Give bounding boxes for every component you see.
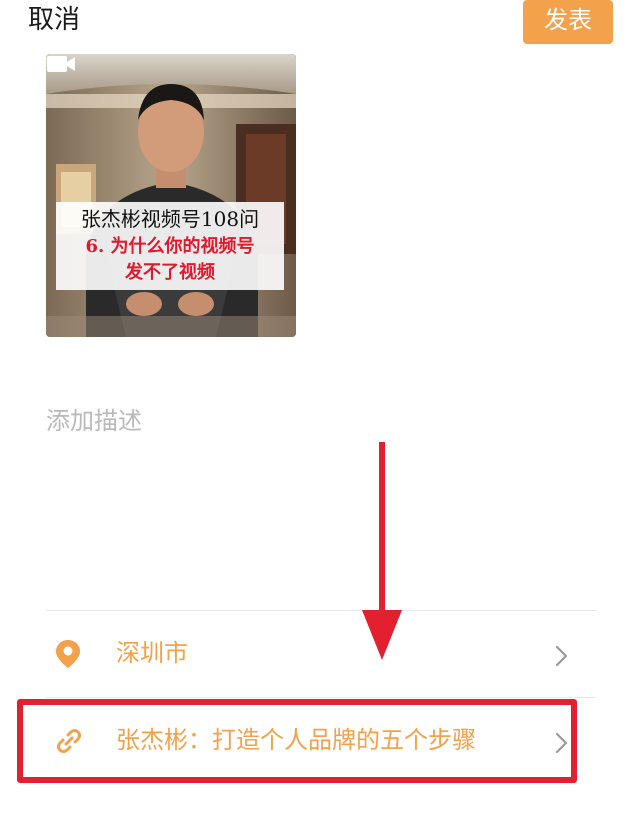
caption-subtitle-line1: 6. 为什么你的视频号 [85, 236, 255, 257]
chevron-right-icon [555, 645, 568, 667]
top-bar: 取消 发表 [0, 0, 640, 48]
link-label: 张杰彬：打造个人品牌的五个步骤 [116, 726, 476, 754]
caption-title: 张杰彬视频号108问 [80, 207, 260, 231]
location-label: 深圳市 [116, 639, 188, 667]
location-pin-icon [56, 640, 80, 668]
cancel-button[interactable]: 取消 [28, 3, 80, 37]
video-frame [46, 54, 296, 337]
link-row[interactable]: 张杰彬：打造个人品牌的五个步骤 [46, 698, 596, 784]
video-thumbnail[interactable]: 张杰彬视频号108问 6. 为什么你的视频号 发不了视频 [46, 54, 296, 337]
chevron-right-icon [555, 732, 568, 754]
video-caption: 张杰彬视频号108问 6. 为什么你的视频号 发不了视频 [56, 202, 284, 290]
caption-subtitle-line2: 发不了视频 [125, 262, 215, 283]
location-row[interactable]: 深圳市 [46, 611, 596, 697]
video-camera-icon [47, 56, 75, 72]
publish-button[interactable]: 发表 [523, 0, 613, 44]
link-icon [57, 729, 81, 753]
description-input[interactable]: 添加描述 [46, 404, 142, 438]
